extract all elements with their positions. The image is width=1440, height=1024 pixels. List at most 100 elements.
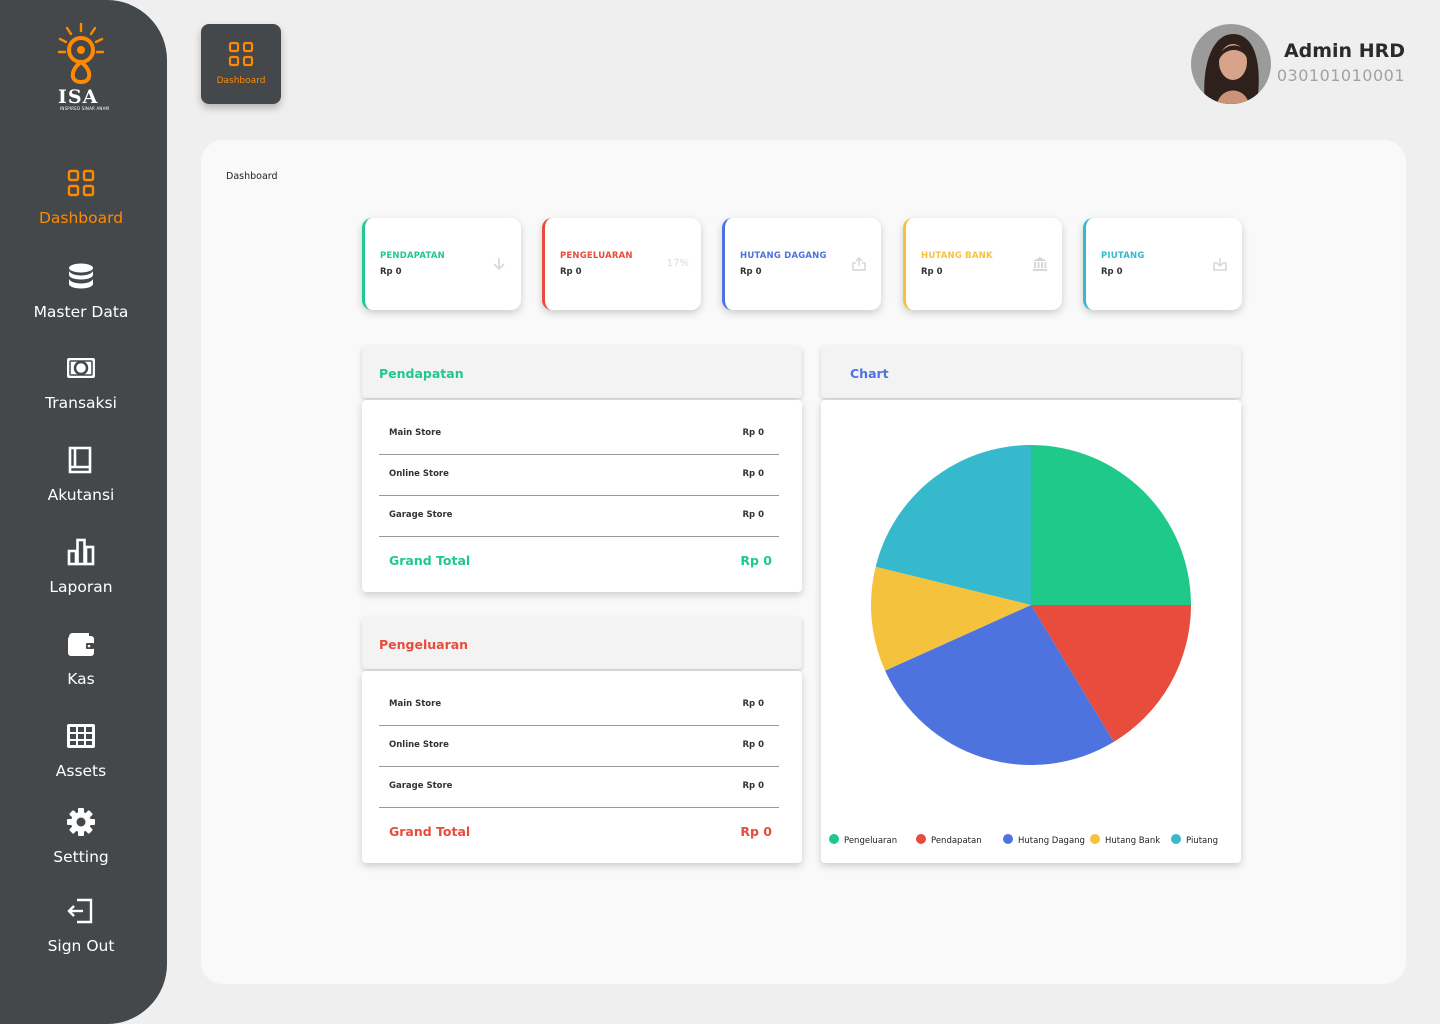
grand-total-row: Grand Total Rp 0	[379, 538, 779, 578]
legend-label: Pengeluaran	[844, 836, 898, 846]
stat-value: Rp 0	[740, 267, 762, 277]
table-icon	[67, 724, 95, 748]
download-icon	[1213, 258, 1227, 271]
row-value: Rp 0	[742, 510, 764, 520]
row-value: Rp 0	[742, 699, 764, 709]
stat-title: PENDAPATAN	[380, 251, 445, 261]
sidebar: ISA INSPIRED SINAR ANAM Dashboard Master…	[0, 0, 167, 1024]
pendapatan-panel-header: Pendapatan	[362, 346, 802, 398]
grid-icon	[67, 169, 95, 197]
share-icon	[852, 256, 866, 271]
pengeluaran-panel: Main Store Rp 0 Online Store Rp 0 Garage…	[362, 671, 802, 863]
dashboard-shortcut-button[interactable]: Dashboard	[201, 24, 281, 104]
grand-total-label: Grand Total	[389, 553, 471, 568]
stat-title: HUTANG DAGANG	[740, 251, 827, 261]
legend-dot	[1003, 834, 1013, 844]
stat-value: Rp 0	[921, 267, 943, 277]
sidebar-item-label: Master Data	[33, 303, 129, 321]
legend-label: Hutang Dagang	[1018, 836, 1085, 846]
arrow-down-icon	[493, 258, 505, 271]
dashboard-shortcut-label: Dashboard	[216, 76, 266, 86]
stat-card-pendapatan[interactable]: PENDAPATAN Rp 0	[362, 218, 521, 310]
legend-dot	[916, 834, 926, 844]
stat-card-hutang-dagang[interactable]: HUTANG DAGANG Rp 0	[722, 218, 881, 310]
stat-card-pengeluaran[interactable]: PENGELUARAN Rp 0 17%	[542, 218, 701, 310]
row-label: Online Store	[389, 469, 449, 479]
stat-value: Rp 0	[1101, 267, 1123, 277]
legend-label: Hutang Bank	[1105, 836, 1161, 846]
panel-title: Chart	[850, 366, 889, 381]
gear-icon	[67, 808, 95, 836]
user-id: 030101010001	[1276, 66, 1405, 85]
pie-slice-pengeluaran[interactable]	[1031, 445, 1191, 605]
stat-title: PIUTANG	[1101, 251, 1145, 261]
table-row: Online Store Rp 0	[379, 455, 779, 496]
legend-dot	[1171, 834, 1181, 844]
table-row: Garage Store Rp 0	[379, 496, 779, 537]
logo-subtitle: INSPIRED SINAR ANAM	[60, 106, 110, 111]
stat-value: Rp 0	[560, 267, 582, 277]
bank-icon	[1033, 257, 1047, 271]
money-icon	[67, 358, 95, 378]
row-value: Rp 0	[742, 428, 764, 438]
grand-total-value: Rp 0	[740, 824, 772, 839]
row-value: Rp 0	[742, 781, 764, 791]
table-row: Main Store Rp 0	[379, 685, 779, 726]
grand-total-value: Rp 0	[740, 553, 772, 568]
sidebar-item-master-data[interactable]: Master Data	[0, 262, 162, 321]
legend-item[interactable]: Pengeluaran	[829, 834, 897, 846]
legend-label: Pendapatan	[931, 836, 982, 846]
table-row: Main Store Rp 0	[379, 414, 779, 455]
legend-item[interactable]: Hutang Bank	[1090, 834, 1160, 846]
sidebar-item-label: Setting	[53, 848, 109, 866]
stat-percentage: 17%	[666, 258, 689, 269]
sidebar-item-label: Sign Out	[47, 937, 115, 955]
grid-icon	[228, 41, 254, 67]
chart-panel-header: Chart	[821, 346, 1241, 398]
legend-item[interactable]: Pendapatan	[916, 834, 982, 846]
legend-dot	[1090, 834, 1100, 844]
book-icon	[68, 446, 92, 474]
avatar[interactable]	[1191, 24, 1271, 104]
row-label: Online Store	[389, 740, 449, 750]
stat-value: Rp 0	[380, 267, 402, 277]
sidebar-item-setting[interactable]: Setting	[0, 807, 162, 866]
table-row: Online Store Rp 0	[379, 726, 779, 767]
row-label: Garage Store	[389, 510, 453, 520]
sidebar-item-akutansi[interactable]: Akutansi	[0, 445, 162, 504]
sidebar-item-dashboard[interactable]: Dashboard	[0, 168, 162, 227]
pengeluaran-panel-header: Pengeluaran	[362, 617, 802, 669]
sidebar-item-transaksi[interactable]: Transaksi	[0, 353, 162, 412]
sidebar-item-assets[interactable]: Assets	[0, 721, 162, 780]
sidebar-item-label: Dashboard	[38, 209, 124, 227]
legend-label: Piutang	[1186, 836, 1219, 846]
row-label: Main Store	[389, 428, 442, 438]
panel-title: Pendapatan	[379, 366, 464, 381]
grand-total-row: Grand Total Rp 0	[379, 809, 779, 849]
sidebar-item-kas[interactable]: Kas	[0, 629, 162, 688]
wallet-icon	[68, 633, 94, 656]
sidebar-item-sign-out[interactable]: Sign Out	[0, 896, 162, 955]
legend-item[interactable]: Piutang	[1171, 834, 1218, 846]
legend-item[interactable]: Hutang Dagang	[1003, 834, 1085, 846]
logo-text: ISA	[58, 86, 99, 108]
pendapatan-panel: Main Store Rp 0 Online Store Rp 0 Garage…	[362, 400, 802, 592]
row-label: Garage Store	[389, 781, 453, 791]
row-value: Rp 0	[742, 740, 764, 750]
row-value: Rp 0	[742, 469, 764, 479]
database-icon	[69, 263, 93, 289]
sidebar-item-label: Akutansi	[47, 486, 115, 504]
panel-title: Pengeluaran	[379, 637, 469, 652]
stat-title: PENGELUARAN	[560, 251, 633, 261]
row-label: Main Store	[389, 699, 442, 709]
stat-card-hutang-bank[interactable]: HUTANG BANK Rp 0	[903, 218, 1062, 310]
stat-card-piutang[interactable]: PIUTANG Rp 0	[1083, 218, 1242, 310]
table-row: Garage Store Rp 0	[379, 767, 779, 808]
bar-chart-icon	[67, 538, 95, 566]
stat-title: HUTANG BANK	[921, 251, 993, 261]
chart-legend: Pengeluaran Pendapatan Hutang Dagang Hutang…	[829, 834, 1239, 848]
grand-total-label: Grand Total	[389, 824, 471, 839]
breadcrumb: Dashboard	[226, 171, 278, 182]
sign-out-icon	[67, 898, 93, 924]
sidebar-item-laporan[interactable]: Laporan	[0, 537, 162, 596]
